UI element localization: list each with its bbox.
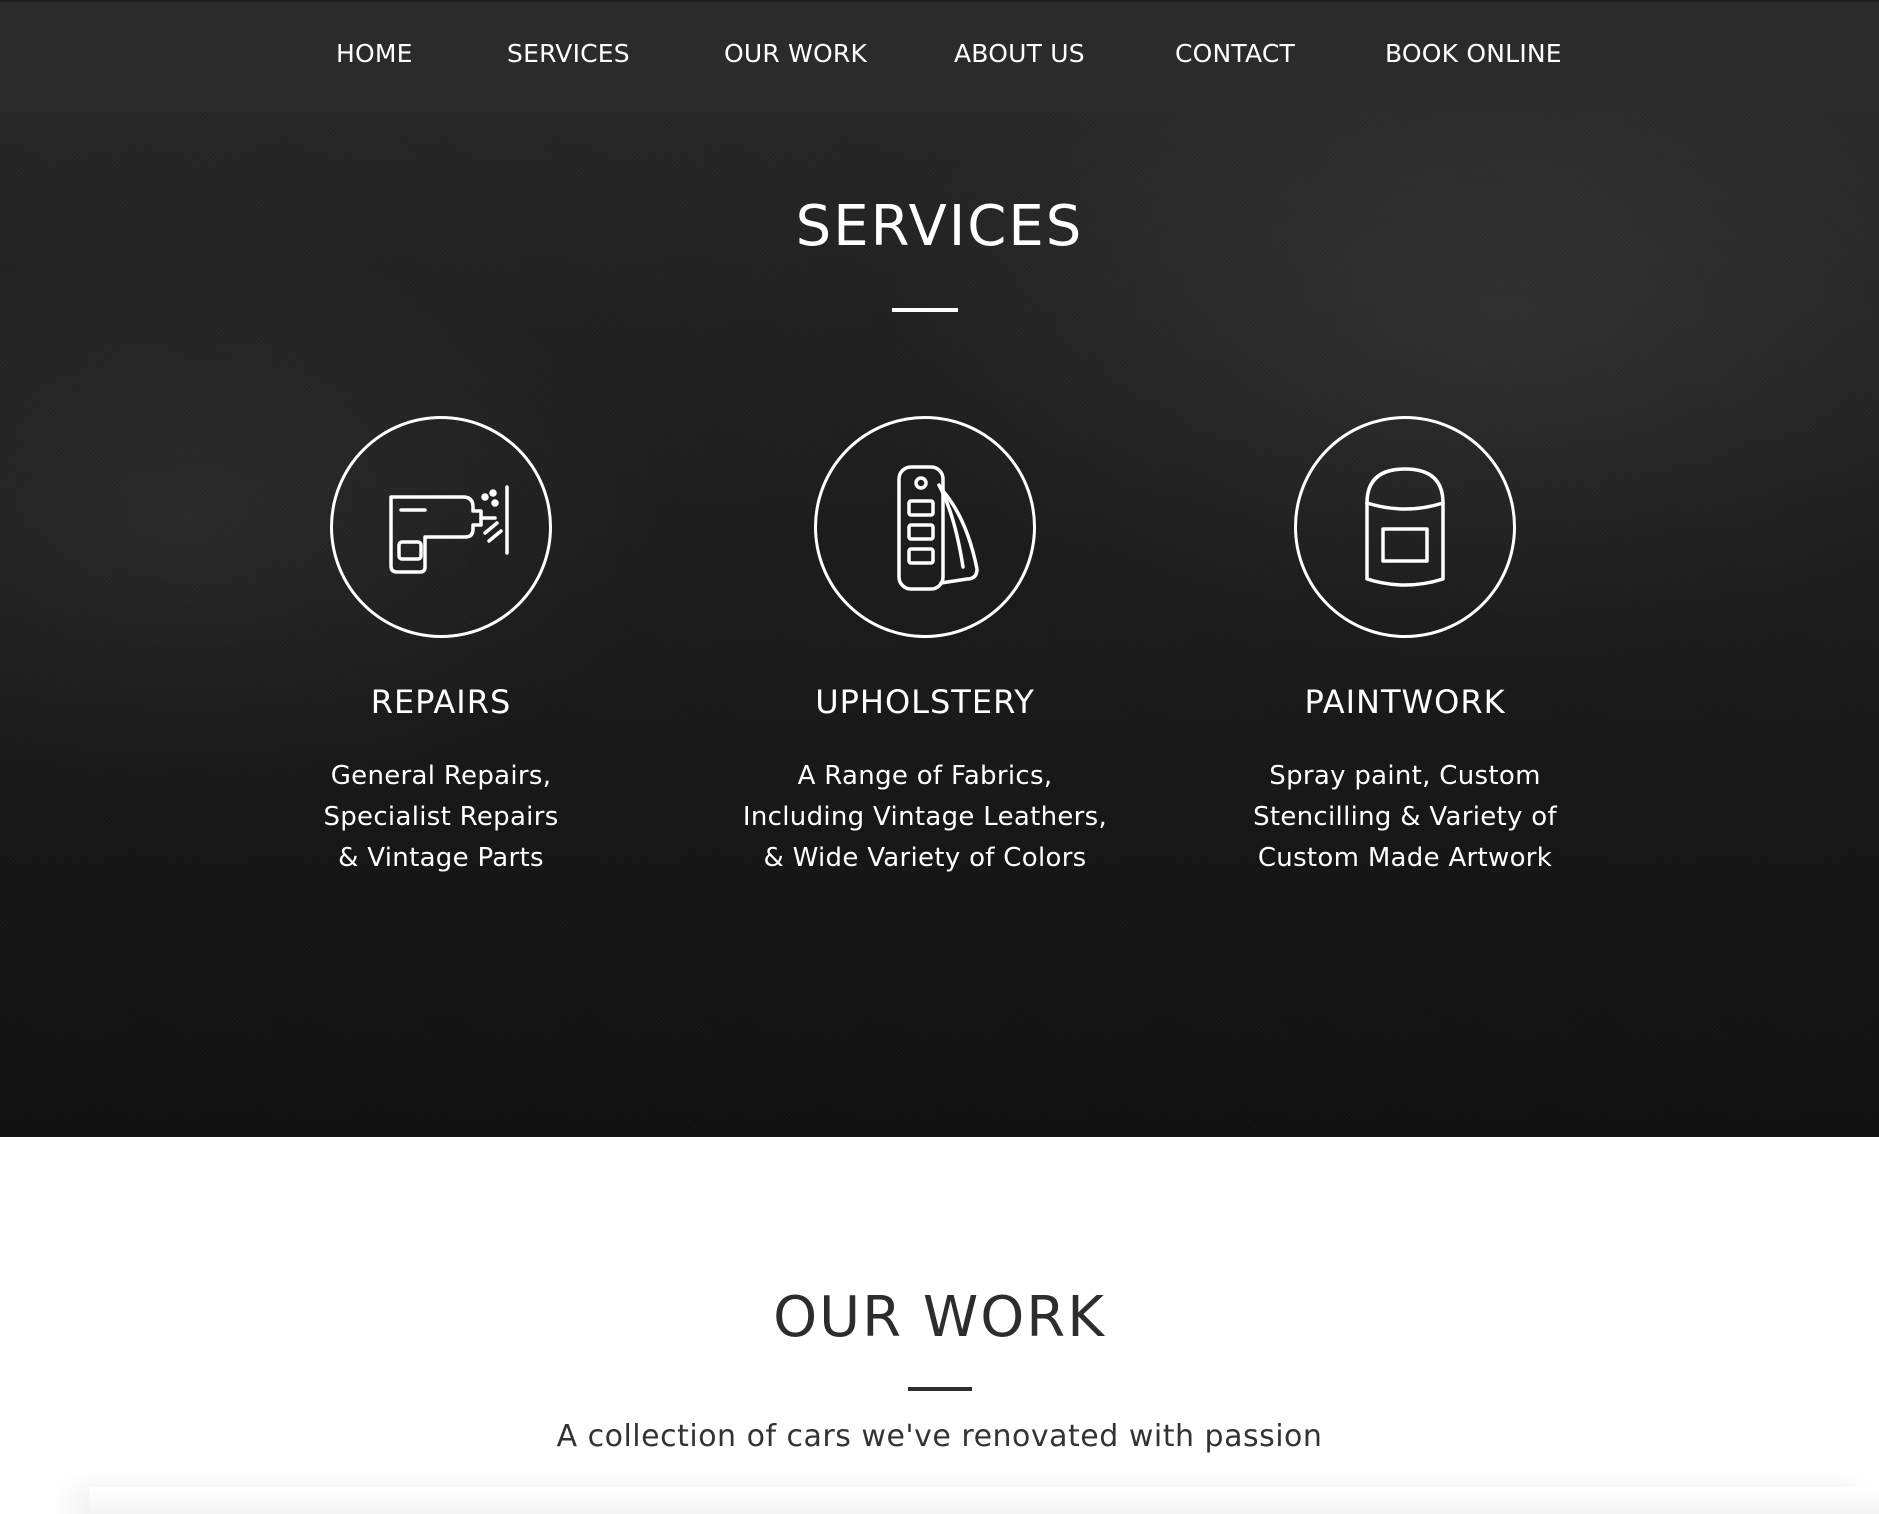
service-card-repairs: REPAIRS General Repairs, Specialist Repa… <box>221 112 661 1137</box>
paintwork-description: Spray paint, Custom Stencilling & Variet… <box>1185 756 1625 879</box>
our-work-title: OUR WORK <box>773 1285 1106 1350</box>
paintwork-desc-line: Stencilling & Variety of <box>1253 802 1557 832</box>
nav-about-us-link[interactable]: ABOUT US <box>954 36 1085 72</box>
service-card-upholstery: UPHOLSTERY A Range of Fabrics, Including… <box>705 112 1145 1137</box>
our-work-subtitle: A collection of cars we've renovated wit… <box>556 1419 1323 1454</box>
paintwork-icon-circle <box>1294 416 1516 638</box>
upholstery-description: A Range of Fabrics, Including Vintage Le… <box>705 756 1145 879</box>
upholstery-desc-line: A Range of Fabrics, <box>797 761 1053 791</box>
repairs-desc-line: & Vintage Parts <box>338 843 544 873</box>
upholstery-desc-line: Including Vintage Leathers, <box>742 802 1108 832</box>
service-card-paintwork: PAINTWORK Spray paint, Custom Stencillin… <box>1185 112 1625 1137</box>
nav-home-link[interactable]: HOME <box>336 36 413 72</box>
paintwork-heading: PAINTWORK <box>1304 683 1506 721</box>
paintwork-desc-line: Spray paint, Custom <box>1269 761 1541 791</box>
top-navigation-bar: HOME SERVICES OUR WORK ABOUT US CONTACT … <box>0 0 1879 112</box>
nav-our-work-link[interactable]: OUR WORK <box>724 36 867 72</box>
paintwork-desc-line: Custom Made Artwork <box>1257 843 1553 873</box>
repairs-icon-circle <box>330 416 552 638</box>
our-work-section: OUR WORK A collection of cars we've reno… <box>0 1137 1879 1514</box>
repairs-desc-line: General Repairs, <box>330 761 552 791</box>
upholstery-icon-circle <box>814 416 1036 638</box>
nav-contact-link[interactable]: CONTACT <box>1175 36 1295 72</box>
spray-gun-icon <box>389 485 509 574</box>
page: HOME SERVICES OUR WORK ABOUT US CONTACT … <box>0 0 1879 1514</box>
repairs-heading: REPAIRS <box>370 683 512 721</box>
work-gallery-preview <box>90 1487 1879 1514</box>
nav-services-link[interactable]: SERVICES <box>507 36 630 72</box>
upholstery-desc-line: & Wide Variety of Colors <box>763 843 1087 873</box>
nav-book-online-link[interactable]: BOOK ONLINE <box>1385 36 1562 72</box>
fabric-swatch-icon <box>897 465 979 591</box>
repairs-description: General Repairs, Specialist Repairs & Vi… <box>221 756 661 879</box>
our-work-title-divider <box>908 1387 972 1391</box>
upholstery-heading: UPHOLSTERY <box>815 683 1035 721</box>
repairs-desc-line: Specialist Repairs <box>323 802 559 832</box>
services-section: SERVICES REPAIRS General Repairs, Specia… <box>0 112 1879 1137</box>
paint-bucket-icon <box>1365 467 1445 587</box>
